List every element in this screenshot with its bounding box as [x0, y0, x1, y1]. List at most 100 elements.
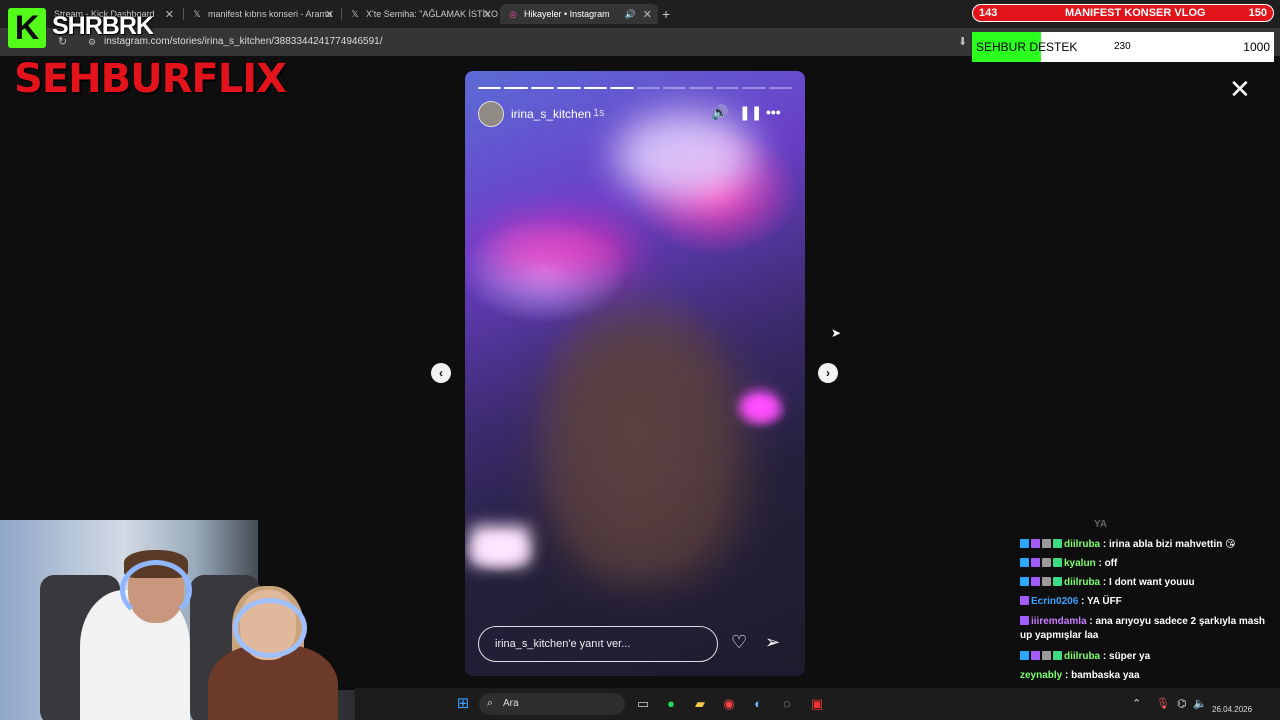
chat-badge-icon [1031, 558, 1040, 567]
chat-badge-icon [1020, 577, 1029, 586]
search-icon: ⌕ [487, 697, 494, 709]
headphones-icon [120, 560, 192, 620]
chat-username[interactable]: iiiremdamla [1031, 616, 1087, 627]
chat-badge-icon [1031, 577, 1040, 586]
steam-icon[interactable]: ◐ [750, 696, 766, 712]
chat-badges [1020, 538, 1064, 552]
chrome-icon[interactable]: ◉ [721, 696, 737, 712]
chat-badges [1020, 615, 1031, 629]
chat-text: YA [1094, 519, 1107, 530]
windows-taskbar: ⊞ ⌕ Ara ▭ ● ▰ ◉ ◐ ◌ ▣ ⌃ 🎙 ⌬ 🔈 26.04.2026 [355, 688, 1280, 720]
support-goal-label: SEHBUR DESTEK [976, 40, 1078, 54]
avatar[interactable] [478, 101, 504, 127]
chat-text: : off [1095, 558, 1118, 569]
file-explorer-icon[interactable]: ▰ [692, 696, 708, 712]
tab-title: manifest kıbrıs konseri - Arama [208, 9, 333, 19]
chat-message-faded: YA [1020, 518, 1274, 532]
windows-start-icon[interactable]: ⊞ [455, 696, 471, 712]
volume-tray-icon[interactable]: 🔈 [1193, 697, 1207, 710]
story-progress-segment [689, 87, 713, 89]
app-icon[interactable]: ▣ [809, 696, 825, 712]
close-tab-icon[interactable]: ✕ [643, 8, 652, 21]
previous-story-button[interactable]: ‹ [431, 363, 451, 383]
chat-text: : YA ÜFF [1078, 596, 1122, 607]
story-progress-segment [504, 87, 528, 89]
taskbar-search-input[interactable]: ⌕ Ara [479, 693, 625, 715]
chat-username[interactable]: Ecrin0206 [1031, 596, 1078, 607]
chat-username[interactable]: diilruba [1064, 651, 1100, 662]
vlog-count-right: 150 [1248, 7, 1267, 19]
tab-x-semiha[interactable]: 𝕏 X'te Semiha: "AĞLAMAK İSTİYO ✕ [342, 4, 498, 24]
story-media-light [740, 391, 780, 421]
chat-badge-icon [1053, 558, 1062, 567]
story-card[interactable]: irina_s_kitchen 1s 🔊 ❚❚ ••• irina_s_kitc… [465, 71, 805, 676]
close-tab-icon[interactable]: ✕ [165, 8, 174, 21]
story-progress-segment [583, 87, 608, 89]
headphones-icon [233, 598, 307, 658]
chat-badge-icon [1031, 539, 1040, 548]
story-progress-segment [662, 87, 687, 89]
network-icon[interactable]: ⌬ [1177, 697, 1187, 710]
chat-badge-icon [1020, 616, 1029, 625]
chat-message: diilruba : I dont want youuu [1020, 576, 1274, 590]
pause-icon[interactable]: ❚❚ [739, 104, 762, 121]
tab-manifest-search[interactable]: 𝕏 manifest kıbrıs konseri - Arama ✕ [184, 4, 340, 24]
x-icon: 𝕏 [193, 9, 201, 19]
chat-username[interactable]: diilruba [1064, 539, 1100, 550]
story-timestamp: 1s [593, 107, 605, 119]
story-progress-segment [742, 87, 766, 89]
story-header: irina_s_kitchen 1s 🔊 ❚❚ ••• [478, 101, 792, 127]
vlog-title: MANIFEST KONSER VLOG [1065, 7, 1206, 19]
webcam-feed [0, 520, 355, 720]
close-tab-icon[interactable]: ✕ [325, 8, 334, 21]
chat-badge-icon [1042, 539, 1051, 548]
tab-title: Hikayeler • Instagram [524, 9, 610, 19]
new-tab-button[interactable]: + [662, 4, 682, 24]
chat-badge-icon [1020, 539, 1029, 548]
story-progress-segment [557, 87, 581, 89]
mouse-cursor-icon: ➤ [831, 326, 842, 340]
chat-badge-icon [1053, 539, 1062, 548]
send-message-icon[interactable]: ➢ [765, 632, 780, 653]
chat-username[interactable]: zeynably [1020, 670, 1062, 681]
story-progress-bar [478, 87, 793, 89]
story-username[interactable]: irina_s_kitchen [511, 107, 591, 121]
chat-badge-icon [1020, 651, 1029, 660]
mic-icon[interactable]: 🎙 [1156, 697, 1170, 710]
chat-text: : bambaska yaa [1062, 670, 1140, 681]
story-progress-segment [768, 87, 793, 89]
chat-username[interactable]: diilruba [1064, 577, 1100, 588]
like-heart-icon[interactable]: ♡ [731, 632, 747, 653]
close-story-button[interactable]: ✕ [1229, 74, 1251, 105]
chat-text: : I dont want youuu [1100, 577, 1195, 588]
search-placeholder: Ara [503, 698, 519, 709]
story-progress-segment [610, 87, 634, 89]
obs-icon[interactable]: ◌ [779, 696, 795, 712]
spotify-icon[interactable]: ● [663, 696, 679, 712]
chat-text: : süper ya [1100, 651, 1151, 662]
story-progress-segment [636, 87, 660, 89]
vlog-counter-bar: 143 MANIFEST KONSER VLOG 150 [972, 4, 1274, 22]
install-app-icon[interactable]: ⬇ [958, 35, 967, 48]
chat-badge-icon [1053, 577, 1062, 586]
next-story-button[interactable]: › [818, 363, 838, 383]
chat-badges [1020, 595, 1031, 609]
chat-badge-icon [1020, 596, 1029, 605]
speaker-icon[interactable]: 🔊 [625, 9, 636, 20]
chat-message: diilruba : irina abla bizi mahvettin 😘 [1020, 538, 1274, 552]
tab-instagram-stories[interactable]: ◎ Hikayeler • Instagram 🔊 ✕ [500, 4, 658, 24]
task-view-icon[interactable]: ▭ [635, 696, 651, 712]
more-options-icon[interactable]: ••• [766, 104, 781, 120]
support-goal-current: 230 [1114, 41, 1131, 52]
story-media-highlight [485, 221, 635, 281]
sehburflix-logo: SEHBURFLIX [14, 56, 287, 102]
close-tab-icon[interactable]: ✕ [483, 8, 492, 21]
chat-username[interactable]: kyalun [1064, 558, 1096, 569]
reply-placeholder: irina_s_kitchen'e yanıt ver... [495, 638, 631, 650]
story-reply-input[interactable]: irina_s_kitchen'e yanıt ver... [478, 626, 718, 662]
x-icon: 𝕏 [351, 9, 359, 19]
volume-icon[interactable]: 🔊 [711, 104, 728, 121]
tab-title: X'te Semiha: "AĞLAMAK İSTİYO [366, 9, 498, 19]
chat-message: diilruba : süper ya [1020, 650, 1274, 664]
tray-chevron-icon[interactable]: ⌃ [1132, 697, 1141, 710]
